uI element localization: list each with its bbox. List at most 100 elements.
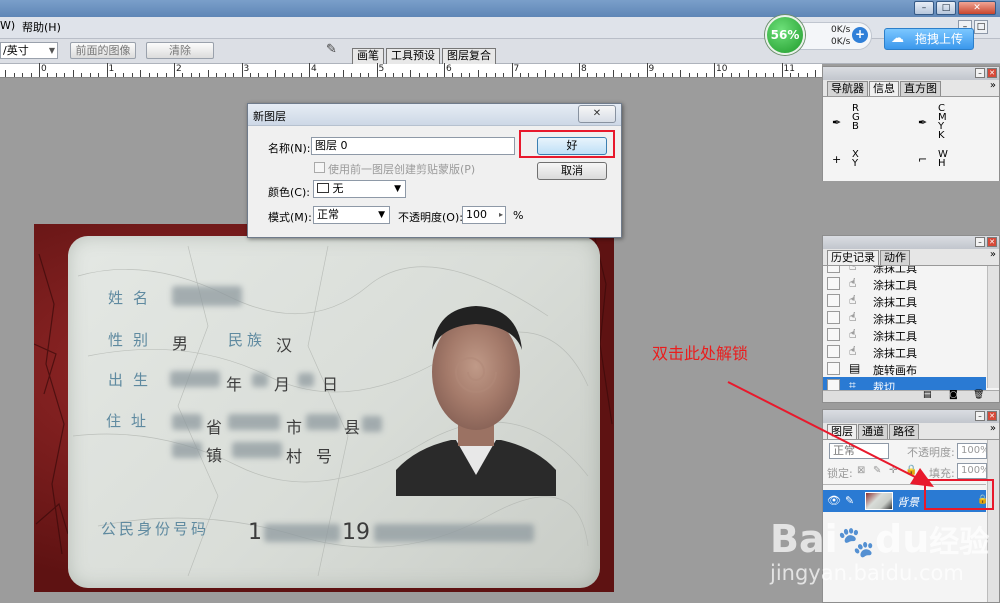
ruler-minor-tick xyxy=(519,73,521,77)
ruler-minor-tick xyxy=(207,70,209,77)
panel-minimize-icon[interactable]: – xyxy=(975,237,985,247)
ruler-minor-tick xyxy=(477,70,479,77)
ruler-minor-tick xyxy=(570,73,572,77)
ruler-major-tick xyxy=(174,63,175,77)
tab-histogram[interactable]: 直方图 xyxy=(900,81,941,96)
horizontal-ruler: 0 1 2 3 4 5 6 7 8 9 10 11 xyxy=(0,63,822,78)
cmyk-labels: C M Y K xyxy=(938,103,947,141)
ruler-minor-tick xyxy=(705,73,707,77)
cancel-button[interactable]: 取消 xyxy=(537,162,607,180)
ruler-minor-tick xyxy=(266,73,268,77)
plus-icon[interactable]: + xyxy=(852,27,868,43)
ruler-minor-tick xyxy=(148,73,150,77)
watermark-url: jingyan.baidu.com xyxy=(770,561,964,585)
history-item[interactable]: ☝ 涂抹工具 xyxy=(823,275,986,292)
panel-menu-icon[interactable]: » xyxy=(990,423,996,434)
ruler-label: 1 xyxy=(108,64,115,74)
info-panel-header[interactable] xyxy=(823,67,999,80)
memory-usage-ball[interactable]: 56% xyxy=(765,15,805,55)
layer-opacity-input[interactable]: 100% xyxy=(957,443,990,459)
menu-window[interactable]: W) xyxy=(0,19,15,32)
ruler-label: 8 xyxy=(581,64,587,74)
ruler-minor-tick xyxy=(81,73,83,77)
close-button[interactable]: ✕ xyxy=(958,1,996,15)
trash-icon[interactable]: 🗑 xyxy=(973,390,984,400)
history-item[interactable]: ☝ 涂抹工具 xyxy=(823,292,986,309)
opacity-unit: % xyxy=(513,209,524,222)
history-item[interactable]: ☝ 涂抹工具 xyxy=(823,309,986,326)
clipping-mask-checkbox[interactable] xyxy=(314,162,325,173)
panel-menu-icon[interactable]: » xyxy=(990,249,996,260)
tab-brushes[interactable]: 画笔 xyxy=(352,48,384,64)
smudge-icon: ☝ xyxy=(849,344,857,358)
history-snapshot-checkbox[interactable] xyxy=(827,277,840,290)
fill-input[interactable]: 100% xyxy=(957,463,990,479)
ruler-major-tick xyxy=(309,63,310,77)
menu-help[interactable]: 帮助(H) xyxy=(22,19,61,35)
chevron-down-icon: ▼ xyxy=(48,46,55,55)
panel-menu-icon[interactable]: » xyxy=(990,80,996,91)
doc-restore-button[interactable]: □ xyxy=(974,20,988,34)
ruler-minor-tick xyxy=(452,73,454,77)
tab-layer-comps[interactable]: 图层复合 xyxy=(442,48,496,64)
layer-name-input[interactable]: 图层 0 xyxy=(311,137,515,155)
history-snapshot-checkbox[interactable] xyxy=(827,311,840,324)
panel-minimize-icon[interactable]: – xyxy=(975,411,985,421)
history-item[interactable]: ☝ 涂抹工具 xyxy=(823,326,986,343)
eye-icon[interactable]: 👁 xyxy=(827,494,841,508)
tab-tool-presets[interactable]: 工具预设 xyxy=(386,48,440,64)
ruler-minor-tick xyxy=(503,73,505,77)
color-select[interactable]: 无 ▼ xyxy=(313,180,406,198)
opacity-input[interactable]: 100 ▸ xyxy=(462,206,506,224)
layer-name[interactable]: 背景 xyxy=(897,494,919,510)
tab-info[interactable]: 信息 xyxy=(869,81,899,96)
opacity-slider-arrow-icon[interactable]: ▸ xyxy=(499,207,503,223)
brush-icon[interactable]: ✎ xyxy=(845,494,859,508)
panel-minimize-icon[interactable]: – xyxy=(975,68,985,78)
history-snapshot-checkbox[interactable] xyxy=(827,294,840,307)
history-item[interactable]: ☝ 涂抹工具 xyxy=(823,266,986,275)
new-snapshot-icon[interactable]: ◙ xyxy=(949,390,958,400)
maximize-button[interactable]: □ xyxy=(936,1,956,15)
blurred-village xyxy=(232,442,282,458)
mode-select-value: 正常 xyxy=(317,208,339,221)
history-item[interactable]: ☝ 涂抹工具 xyxy=(823,343,986,360)
ruler-minor-tick xyxy=(292,73,294,77)
card-ethnicity-value: 汉 xyxy=(276,336,293,355)
history-item[interactable]: ▤ 旋转画布 xyxy=(823,360,986,377)
minimize-button[interactable]: – xyxy=(914,1,934,15)
ruler-minor-tick xyxy=(688,73,690,77)
history-snapshot-checkbox[interactable] xyxy=(827,345,840,358)
ruler-minor-tick xyxy=(410,70,412,77)
dialog-close-button[interactable]: ✕ xyxy=(578,105,616,123)
tab-history[interactable]: 历史记录 xyxy=(827,250,879,265)
front-image-button[interactable]: 前面的图像 xyxy=(70,42,136,59)
ruler-minor-tick xyxy=(325,73,327,77)
opacity-input-value: 100 xyxy=(466,208,487,221)
history-snapshot-checkbox[interactable] xyxy=(827,328,840,341)
drag-upload-button[interactable]: ☁ 拖拽上传 xyxy=(884,28,974,50)
tab-navigator[interactable]: 导航器 xyxy=(827,81,868,96)
ruler-minor-tick xyxy=(654,73,656,77)
history-panel-header[interactable] xyxy=(823,236,999,249)
history-snapshot-checkbox[interactable] xyxy=(827,266,840,273)
ruler-minor-tick xyxy=(123,73,125,77)
ruler-major-tick xyxy=(511,63,513,77)
history-snapshot-checkbox[interactable] xyxy=(827,362,840,375)
panel-close-icon[interactable]: ✕ xyxy=(987,411,997,421)
tab-actions[interactable]: 动作 xyxy=(880,250,910,265)
panel-close-icon[interactable]: ✕ xyxy=(987,68,997,78)
clear-button[interactable]: 清除 xyxy=(146,42,214,59)
unit-select[interactable]: /英寸 ▼ xyxy=(0,42,58,59)
history-scrollbar[interactable] xyxy=(987,266,999,388)
panel-close-icon[interactable]: ✕ xyxy=(987,237,997,247)
ruler-minor-tick xyxy=(22,73,24,77)
mode-select[interactable]: 正常 ▼ xyxy=(313,206,390,224)
watermark-logo-cn: 经验 xyxy=(929,525,990,560)
brush-icon[interactable]: ✎ xyxy=(326,42,344,58)
ruler-label: 9 xyxy=(648,64,655,74)
info-panel: – ✕ 导航器 信息 直方图 » xyxy=(822,66,1000,181)
history-item-label: 涂抹工具 xyxy=(873,279,917,292)
dialog-title-bar[interactable]: 新图层 xyxy=(248,104,621,126)
ruler-minor-tick xyxy=(359,73,361,77)
